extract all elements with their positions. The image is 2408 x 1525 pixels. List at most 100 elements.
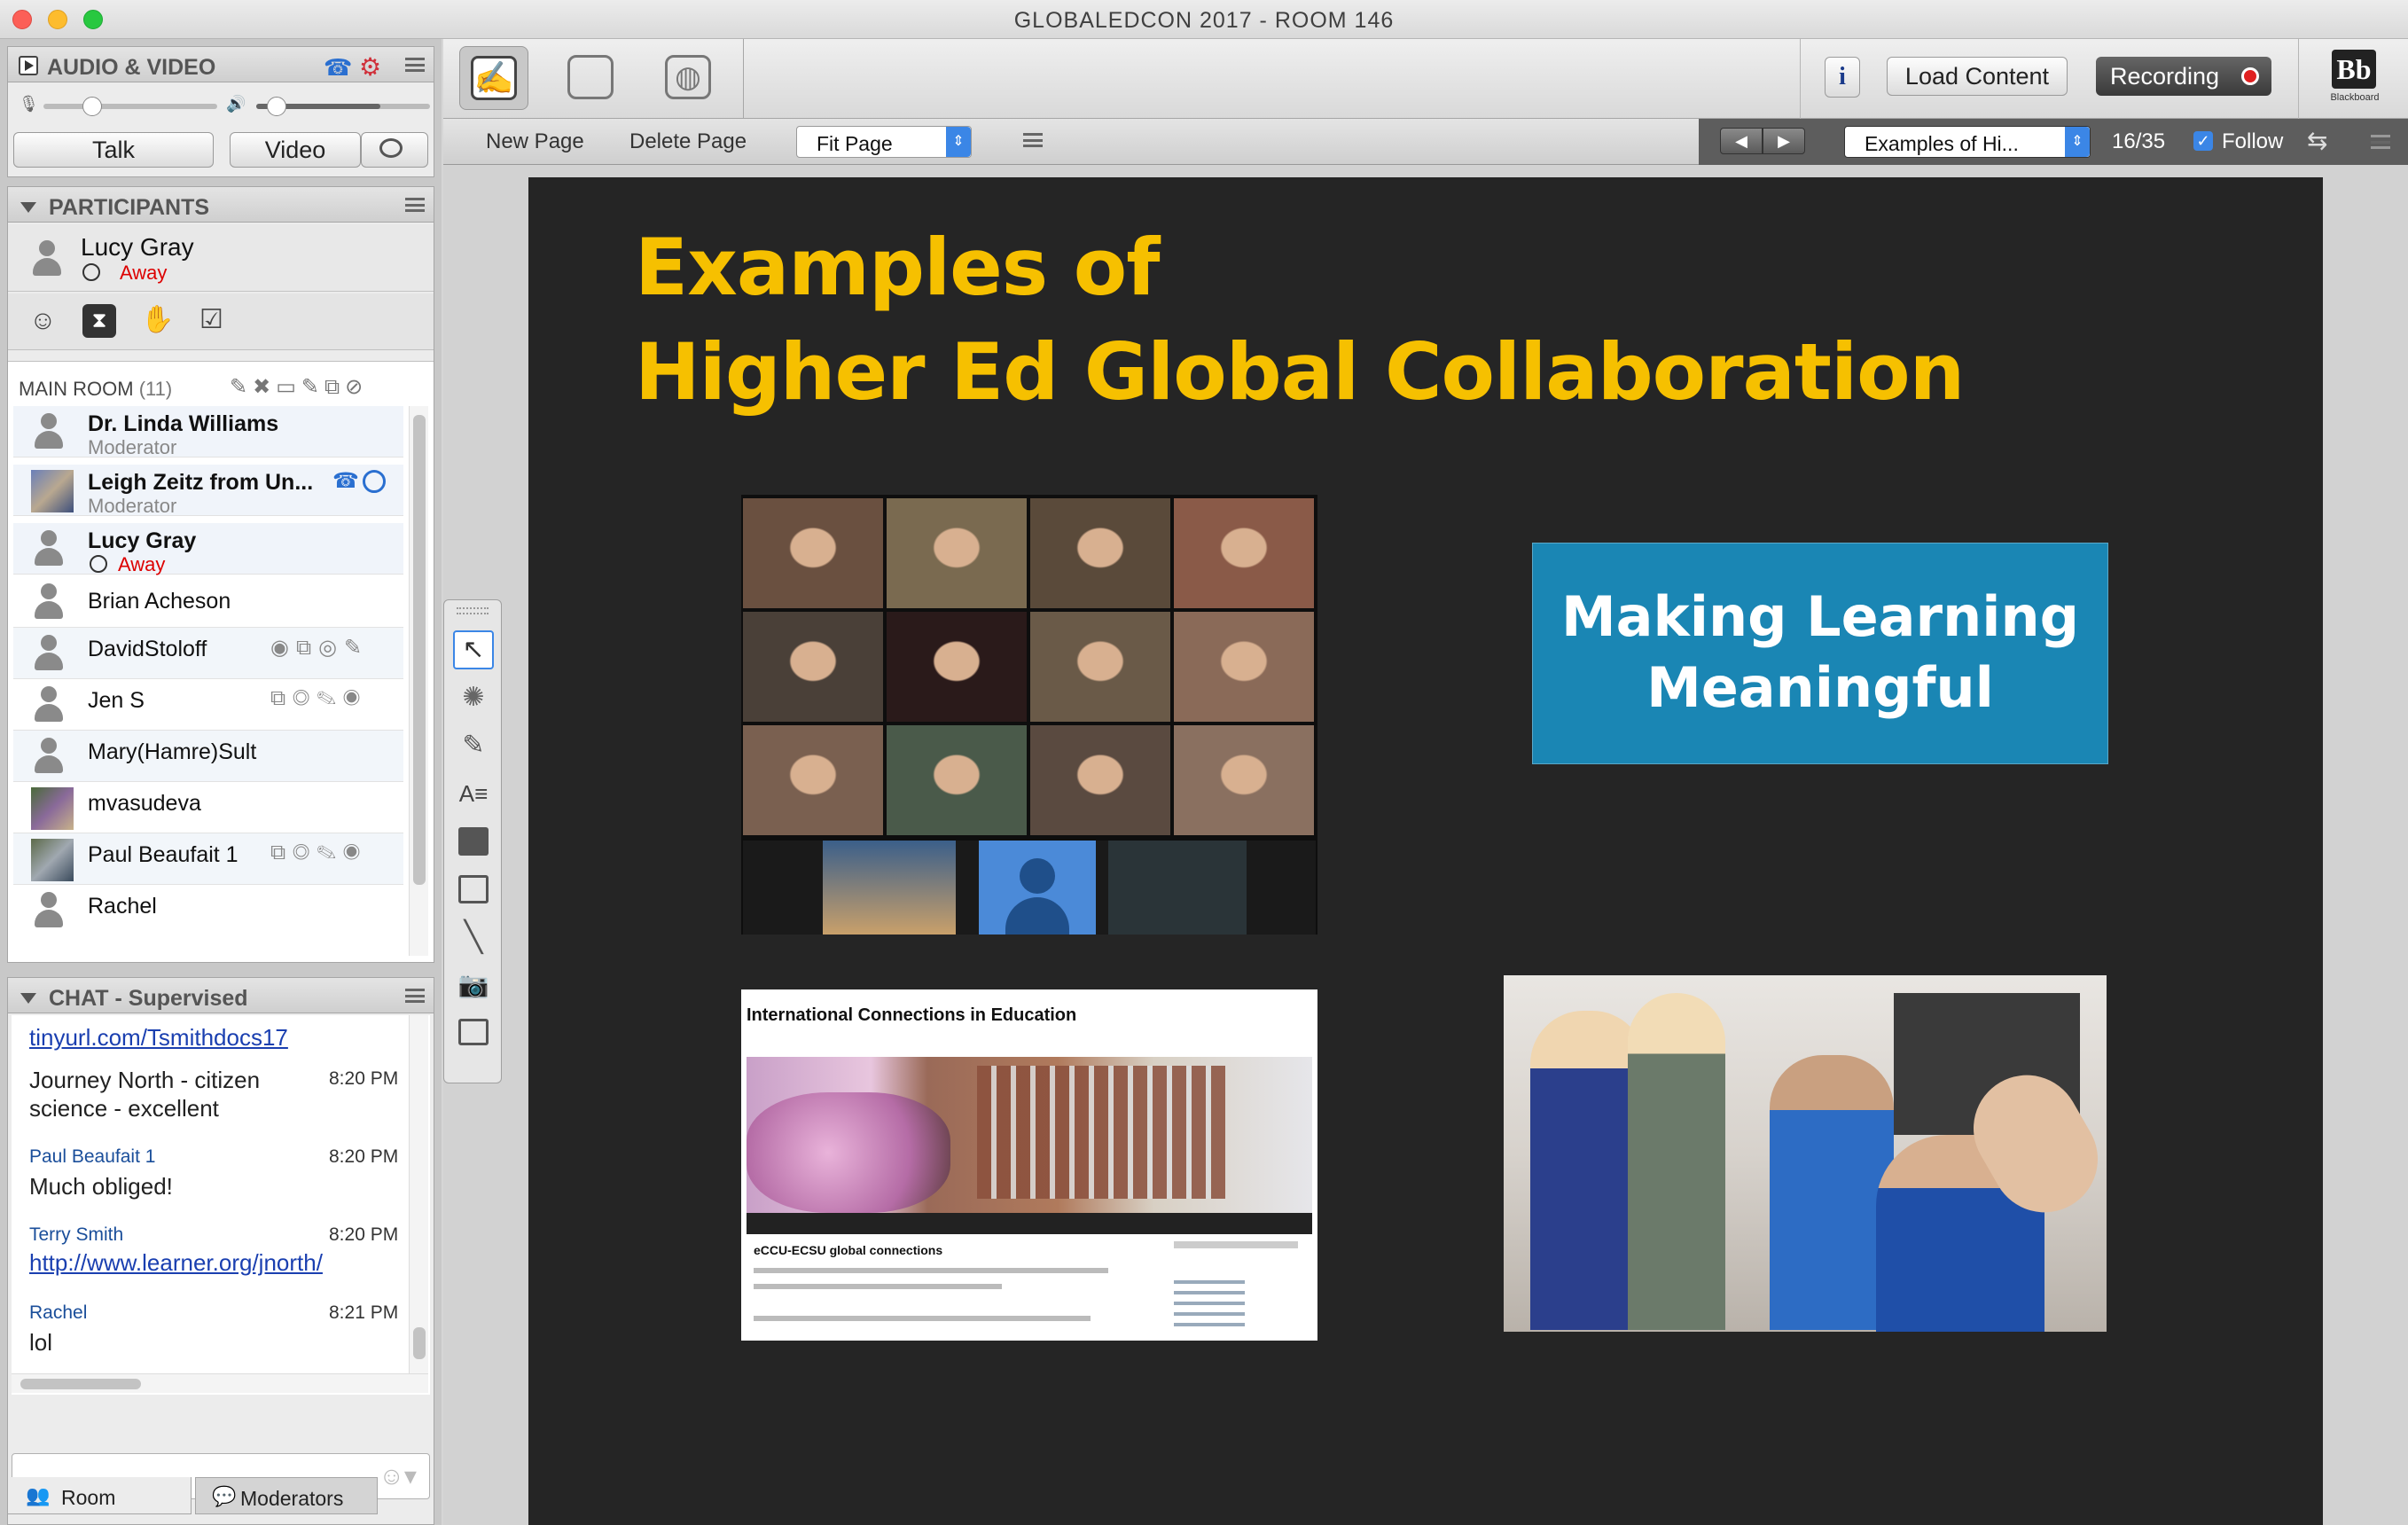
hollow-shape-tool-icon[interactable] <box>453 870 494 909</box>
audio-video-header[interactable]: AUDIO & VIDEO ☎ ⚙ <box>8 47 434 82</box>
participant-row[interactable]: Brian Acheson <box>13 576 403 628</box>
away-status-icon[interactable]: ⧗ <box>82 304 116 338</box>
chat-message-link[interactable]: http://www.learner.org/jnorth/ <box>29 1249 323 1277</box>
raise-hand-icon[interactable]: ✋ <box>141 304 174 335</box>
participants-scroll-thumb[interactable] <box>413 415 426 885</box>
participant-row[interactable]: Paul Beaufait 1 ⧉◎✎◉ <box>13 833 403 885</box>
whiteboard-menu-icon[interactable] <box>1023 133 1043 147</box>
chat-header[interactable]: CHAT - Supervised <box>8 978 434 1013</box>
presentation-slide: Examples of Higher Ed Global Collaborati… <box>528 177 2323 1525</box>
participant-row[interactable]: DavidStoloff ◉⧉◎✎ <box>13 628 403 679</box>
chat-title: CHAT - Supervised <box>49 986 248 1011</box>
blackboard-logo: Bb Blackboard <box>2323 50 2387 103</box>
away-clock-icon <box>82 263 100 281</box>
settings-gear-icon[interactable]: ⚙ <box>359 52 381 82</box>
palette-grip[interactable] <box>457 607 489 614</box>
collapse-triangle-icon[interactable] <box>20 202 36 213</box>
participant-row[interactable]: Dr. Linda Williams Moderator <box>13 406 403 458</box>
next-page-button[interactable]: ▶ <box>1763 128 1805 154</box>
my-status-card: Lucy Gray Away <box>8 224 434 292</box>
room-permission-icons[interactable]: ✎✖▭✎⧉⊘ <box>230 374 368 400</box>
participants-menu-icon[interactable] <box>405 198 425 212</box>
participant-row[interactable]: Mary(Hamre)Sult <box>13 731 403 782</box>
recording-button[interactable]: Recording <box>2096 57 2271 96</box>
participants-header[interactable]: PARTICIPANTS <box>8 187 434 223</box>
chat-scrollbar[interactable] <box>409 1015 428 1373</box>
line-tool-icon[interactable]: ╲ <box>453 918 494 957</box>
main-toolbar: ✍ ◍ i Load Content Recording Bb Blackboa… <box>443 39 2408 119</box>
page-nav-menu-icon[interactable] <box>2371 135 2390 149</box>
delete-page-button[interactable]: Delete Page <box>629 129 747 154</box>
phone-icon[interactable]: ☎ <box>324 54 352 82</box>
new-page-button[interactable]: New Page <box>486 129 584 154</box>
filled-shape-tool-icon[interactable] <box>453 822 494 861</box>
chat-menu-icon[interactable] <box>405 989 425 1003</box>
collapse-triangle-icon[interactable] <box>20 993 36 1004</box>
chat-tab-moderators[interactable]: 💬 Moderators <box>195 1477 378 1514</box>
chat-message-text: Journey North - citizen <box>29 1067 261 1093</box>
participant-avatar-icon <box>31 738 66 777</box>
participant-row[interactable]: Jen S ⧉◎✎◉ <box>13 679 403 731</box>
video-tile <box>743 612 883 722</box>
participant-row[interactable]: Rachel <box>13 885 403 936</box>
screenshot-tool-icon[interactable]: 📷 <box>453 966 494 1005</box>
panel-menu-icon[interactable] <box>405 58 425 72</box>
chat-sender: Terry Smith <box>29 1224 124 1245</box>
load-content-button[interactable]: Load Content <box>1887 57 2068 96</box>
select-arrows-icon: ⇕ <box>2065 127 2090 157</box>
participants-scrollbar[interactable] <box>409 406 428 956</box>
previous-page-button[interactable]: ◀ <box>1720 128 1763 154</box>
mic-slider-handle[interactable] <box>82 97 102 116</box>
participants-title: PARTICIPANTS <box>49 195 210 220</box>
participant-permission-icons: ⧉◎✎◉ <box>270 686 367 710</box>
page-nav-bar: ◀ ▶ Examples of Hi... ⇕ 16/35 ✓ Follow ⇆ <box>1699 119 2408 165</box>
info-button[interactable]: i <box>1825 57 1860 98</box>
page-select[interactable]: Examples of Hi... ⇕ <box>1844 126 2091 158</box>
chat-tab-room[interactable]: 👥 Room <box>7 1477 192 1514</box>
text-tool-icon[interactable]: A≡ <box>453 774 494 813</box>
chat-horizontal-scrollbar[interactable] <box>12 1373 428 1393</box>
speaker-slider-handle[interactable] <box>267 97 286 116</box>
emoticon-icon[interactable]: ☺ <box>29 306 57 336</box>
participant-row[interactable]: Leigh Zeitz from Un... Moderator ☎ <box>13 465 403 517</box>
participant-row[interactable]: Lucy Gray Away <box>13 523 403 575</box>
video-tile <box>743 725 883 835</box>
page-counter: 16/35 <box>2112 129 2166 153</box>
web-tour-mode-button[interactable]: ◍ <box>653 46 722 110</box>
participant-row[interactable]: mvasudeva <box>13 782 403 833</box>
video-button[interactable]: Video <box>230 132 361 168</box>
poll-check-icon[interactable]: ☑ <box>199 304 223 335</box>
chat-timestamp: 8:20 PM <box>329 1068 399 1089</box>
chat-message-link[interactable]: tinyurl.com/Tsmithdocs17 <box>29 1024 288 1052</box>
whiteboard-mode-button[interactable]: ✍ <box>459 46 528 110</box>
emoticon-picker-icon[interactable]: ☺▾ <box>379 1461 417 1490</box>
video-tile <box>887 498 1027 608</box>
app-share-mode-button[interactable] <box>555 46 624 110</box>
chat-hscroll-thumb[interactable] <box>20 1379 141 1389</box>
follow-checkbox[interactable]: ✓ <box>2193 131 2213 151</box>
sync-view-icon[interactable]: ⇆ <box>2307 126 2327 155</box>
speaker-volume-slider[interactable] <box>256 97 430 116</box>
chat-history: tinyurl.com/Tsmithdocs17 Journey North -… <box>12 1015 430 1395</box>
speaker-icon: 🔊 <box>226 95 246 113</box>
chat-timestamp: 8:20 PM <box>329 1146 399 1167</box>
mic-volume-slider[interactable] <box>43 97 217 116</box>
clipart-tool-icon[interactable] <box>453 1013 494 1052</box>
web-tour-icon: ◍ <box>665 55 711 99</box>
video-tile <box>1030 498 1170 608</box>
webcam-icon <box>363 470 386 493</box>
speech-bubble-icon: 💬 <box>212 1485 237 1507</box>
follow-label: Follow <box>2222 129 2284 153</box>
zoom-select[interactable]: Fit Page ⇕ <box>796 126 972 158</box>
video-tile <box>1174 612 1314 722</box>
pointer-tool-icon[interactable]: ✺ <box>453 678 494 717</box>
select-tool-icon[interactable]: ↖ <box>453 630 494 669</box>
talk-button[interactable]: Talk <box>13 132 214 168</box>
website-nav-bar <box>747 1213 1312 1234</box>
main-room-list: MAIN ROOM (11) ✎✖▭✎⧉⊘ Dr. Linda Williams… <box>8 361 434 962</box>
participant-permission-icons: ⧉◎✎◉ <box>270 841 367 864</box>
chat-scroll-thumb[interactable] <box>413 1327 426 1359</box>
pen-tool-icon[interactable]: ✎ <box>453 726 494 765</box>
participant-permission-icons: ◉⧉◎✎ <box>270 636 370 660</box>
video-preview-button[interactable] <box>361 132 428 168</box>
